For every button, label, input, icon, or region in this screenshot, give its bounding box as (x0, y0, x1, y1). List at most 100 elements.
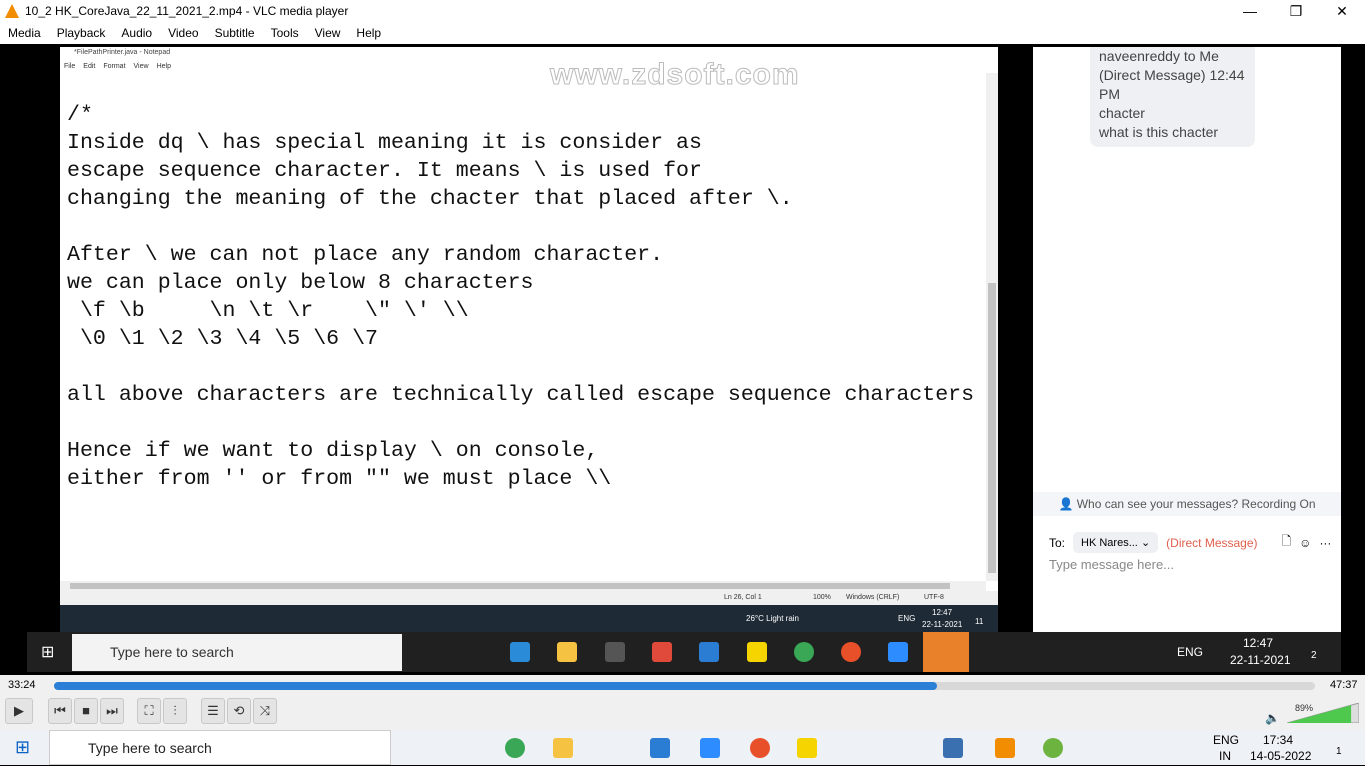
np-menu-help: Help (156, 63, 171, 70)
chrome-icon[interactable] (505, 738, 525, 758)
maximize-button[interactable]: ❐ (1273, 0, 1319, 22)
menu-subtitle[interactable]: Subtitle (215, 26, 255, 40)
stop-button[interactable]: ■ (74, 698, 98, 724)
window-title: 10_2 HK_CoreJava_22_11_2021_2.mp4 - VLC … (25, 4, 349, 18)
np-menu-file: File (64, 63, 76, 70)
menu-audio[interactable]: Audio (121, 26, 152, 40)
text-line: all above characters are technically cal… (67, 383, 975, 407)
text-line: Hence if we want to display \ on console… (67, 439, 599, 463)
message-line: PM (1099, 86, 1120, 102)
gift-icon (652, 642, 672, 662)
text-line: Inside dq \ has special meaning it is co… (67, 131, 702, 155)
text-line: either from '' or from "" we must place … (67, 467, 612, 491)
notepad-menu: File Edit Format View Help (64, 63, 171, 70)
video-search-box: Type here to search (72, 634, 402, 671)
region[interactable]: IN (1219, 749, 1231, 763)
chat-message: naveenreddy to Me (Direct Message) 12:44… (1090, 47, 1255, 147)
extended-settings-button[interactable]: ⫶ (163, 698, 187, 724)
close-button[interactable]: ✕ (1319, 0, 1365, 22)
notepad-status-bar: Ln 26, Col 1 100% Windows (CRLF) UTF-8 (60, 591, 998, 605)
clock-date[interactable]: 14-05-2022 (1250, 749, 1311, 763)
next-button[interactable]: ⏭ (100, 698, 124, 724)
store-icon[interactable] (650, 738, 670, 758)
recording-notice: 👤 Who can see your messages? Recording O… (1033, 492, 1341, 516)
play-button[interactable]: ▶ (5, 698, 33, 724)
folder-icon (557, 642, 577, 662)
zoom-chat-panel: naveenreddy to Me (Direct Message) 12:44… (1033, 47, 1341, 632)
chevron-down-icon: ⌄ (1140, 537, 1151, 549)
horizontal-scrollbar (60, 581, 986, 591)
clock-date: 22-11-2021 (1230, 653, 1291, 667)
menu-video[interactable]: Video (168, 26, 198, 40)
language[interactable]: ENG (1213, 733, 1239, 747)
total-time: 47:37 (1330, 679, 1358, 691)
volume-slider[interactable] (1287, 703, 1359, 723)
clock-time[interactable]: 17:34 (1263, 733, 1293, 747)
zoom-icon[interactable] (700, 738, 720, 758)
minimize-button[interactable]: — (1227, 0, 1273, 22)
zoom-level: 100% (813, 594, 831, 601)
notepad-title: *FilePathPrinter.java - Notepad (74, 49, 171, 56)
photos-icon[interactable] (943, 738, 963, 758)
windows-taskbar: ⊞ Type here to search ENG IN 17:34 14-05… (0, 730, 1365, 765)
speaker-icon[interactable]: 🔈 (1265, 711, 1280, 725)
person-icon: 👤 (1058, 497, 1077, 511)
more-icon[interactable]: ··· (1319, 536, 1331, 550)
to-label: To: (1049, 535, 1066, 550)
line-ending: Windows (CRLF) (846, 594, 900, 601)
search-placeholder: Type here to search (88, 740, 212, 756)
direct-message-label: (Direct Message) (1166, 535, 1258, 550)
weather: 26°C Light rain (746, 614, 800, 623)
np-menu-view: View (133, 63, 149, 70)
playlist-button[interactable]: ☰ (201, 698, 225, 724)
text-line (67, 213, 974, 241)
message-line: chacter (1099, 105, 1145, 121)
seek-bar[interactable] (54, 682, 1315, 690)
file-icon[interactable]: 🗋 (1282, 532, 1292, 553)
video-taskbar: ⊞ Type here to search ENG 12:47 22-11-20… (27, 632, 1341, 672)
message-input[interactable]: Type message here... (1049, 557, 1174, 572)
np-menu-format: Format (103, 63, 126, 70)
text-line: changing the meaning of the chacter that… (67, 187, 793, 211)
menu-tools[interactable]: Tools (271, 26, 299, 40)
language: ENG (1177, 645, 1204, 659)
notice-text: Who can see your messages? Recording On (1076, 497, 1316, 511)
message-line: (Direct Message) 12:44 (1099, 67, 1245, 83)
recorded-taskbar: 26°C Light rain ENG 12:47 22-11-2021 11 (60, 605, 998, 632)
notification-count[interactable]: 1 (1336, 746, 1342, 757)
text-line: we can place only below 8 characters (67, 271, 534, 295)
menu-media[interactable]: Media (8, 26, 41, 40)
title-bar: 10_2 HK_CoreJava_22_11_2021_2.mp4 - VLC … (0, 0, 1365, 22)
vlc-icon[interactable] (995, 738, 1015, 758)
menu-help[interactable]: Help (356, 26, 381, 40)
vertical-scrollbar (986, 73, 998, 581)
sticky-notes-icon[interactable] (797, 738, 817, 758)
recipient-dropdown[interactable]: HK Nares... ⌄ (1073, 532, 1159, 553)
message-line: what is this chacter (1099, 124, 1219, 140)
text-line (67, 409, 974, 437)
sticky-notes-icon (747, 642, 767, 662)
vlc-icon (5, 4, 19, 18)
cursor-position: Ln 26, Col 1 (724, 594, 762, 601)
previous-button[interactable]: ⏮ (48, 698, 72, 724)
recorder-icon[interactable] (750, 738, 770, 758)
chrome-icon (794, 642, 814, 662)
menu-playback[interactable]: Playback (57, 26, 106, 40)
edge-icon (510, 642, 530, 662)
recipient-name: HK Nares... (1081, 537, 1138, 549)
fullscreen-button[interactable]: ⛶ (137, 698, 161, 724)
text-line: /* (67, 103, 93, 127)
folder-icon[interactable] (553, 738, 573, 758)
elapsed-time: 33:24 (8, 679, 36, 691)
recorder-icon (841, 642, 861, 662)
menu-view[interactable]: View (315, 26, 341, 40)
loop-button[interactable]: ⟲ (227, 698, 251, 724)
text-line: \f \b \n \t \r \" \' \\ (67, 299, 469, 323)
emoji-icon[interactable]: ☺ (1299, 536, 1311, 550)
shuffle-button[interactable]: ⤨ (253, 698, 277, 724)
zoom-icon (888, 642, 908, 662)
start-icon[interactable]: ⊞ (15, 737, 30, 758)
notepad-text: /* Inside dq \ has special meaning it is … (67, 101, 974, 493)
spring-icon[interactable] (1043, 738, 1063, 758)
taskbar-search[interactable]: Type here to search (49, 730, 391, 765)
